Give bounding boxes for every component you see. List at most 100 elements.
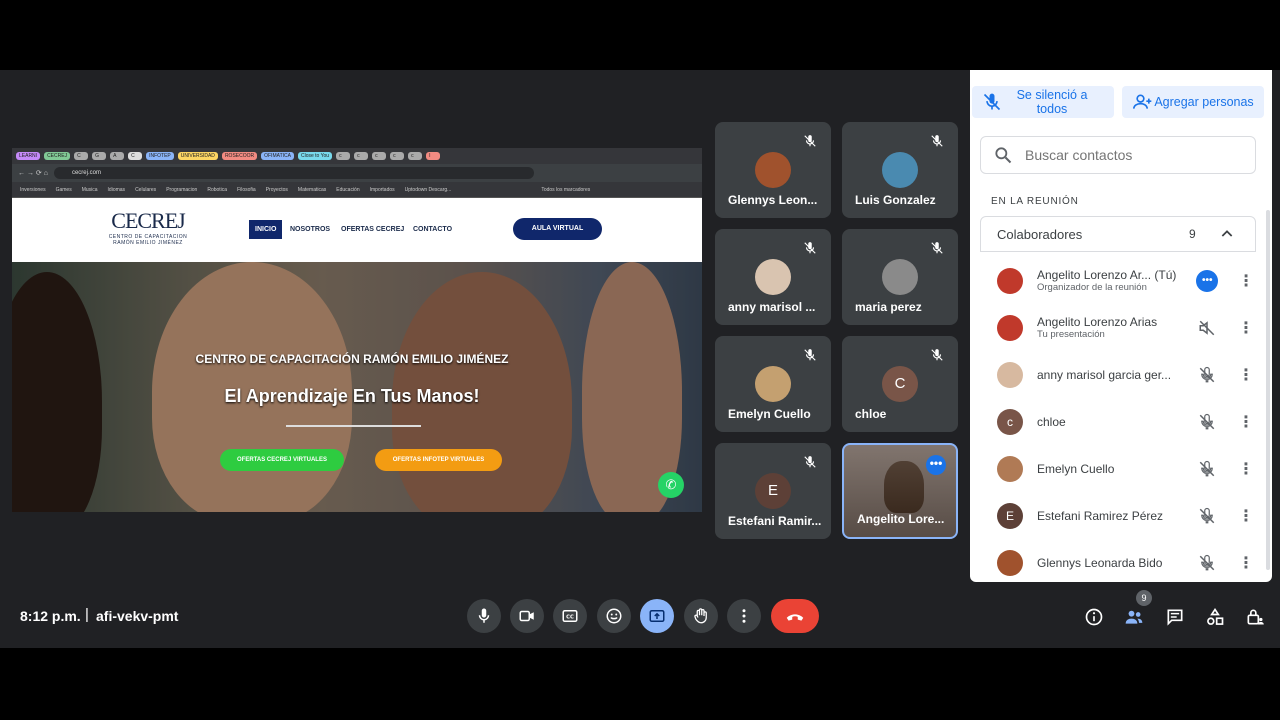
mic-off-icon[interactable] xyxy=(1196,458,1218,480)
reactions-button[interactable] xyxy=(597,599,631,633)
more-options-icon[interactable]: ⋮ xyxy=(1236,459,1256,479)
browser-tab: c xyxy=(390,152,405,160)
videocam-icon xyxy=(519,610,534,622)
avatar xyxy=(755,366,791,402)
captions-button[interactable]: CC xyxy=(553,599,587,633)
call-end-icon xyxy=(786,614,804,621)
meeting-details-button[interactable] xyxy=(1081,604,1107,630)
people-button[interactable] xyxy=(1121,604,1147,630)
screen-share-presentation: LEARNI CECREJ C G A C INFOTEP UNIVERSIDA… xyxy=(12,148,702,512)
mute-all-button[interactable]: Se silenció a todos xyxy=(972,86,1114,118)
more-options-button[interactable] xyxy=(727,599,761,633)
browser-tab: C xyxy=(128,152,143,160)
microphone-button[interactable] xyxy=(467,599,501,633)
mic-off-icon[interactable] xyxy=(1196,552,1218,574)
logo-subtitle-2: RAMÓN EMILIO JIMÉNEZ xyxy=(113,240,183,246)
mic-off-icon[interactable] xyxy=(1196,411,1218,433)
avatar xyxy=(755,152,791,188)
collaborators-count: 9 xyxy=(1189,227,1196,241)
more-vert-icon xyxy=(742,609,746,623)
hero-title: CENTRO DE CAPACITACIÓN RAMÓN EMILIO JIMÉ… xyxy=(195,352,509,366)
more-options-icon[interactable]: ⋮ xyxy=(1236,318,1256,338)
activities-button[interactable] xyxy=(1202,604,1228,630)
whatsapp-icon: ✆ xyxy=(658,472,684,498)
participant-name: Estefani Ramir... xyxy=(728,514,822,528)
bookmark: Celulares xyxy=(135,186,157,193)
more-options-icon[interactable]: ⋮ xyxy=(1236,412,1256,432)
hero-divider xyxy=(286,425,421,427)
chat-icon xyxy=(1167,609,1183,626)
browser-address-bar: ← → ⟳ ⌂ cecrej.com xyxy=(12,164,702,182)
raise-hand-button[interactable] xyxy=(684,599,718,633)
add-people-button[interactable]: Agregar personas xyxy=(1122,86,1264,118)
mic-off-icon xyxy=(804,135,816,147)
participant-name: anny marisol ... xyxy=(728,300,816,314)
participant-row-name: Glennys Leonarda Bido xyxy=(1037,555,1163,570)
participant-row-role: Organizador de la reunión xyxy=(1037,282,1147,293)
bookmark: Programacion xyxy=(166,186,198,193)
participant-tile[interactable]: Luis Gonzalez xyxy=(842,122,958,218)
shapes-icon xyxy=(1207,607,1224,625)
leave-call-button[interactable] xyxy=(771,599,819,633)
chevron-up-icon[interactable] xyxy=(1219,226,1235,242)
search-contacts-input[interactable] xyxy=(1025,147,1245,163)
participant-row[interactable]: E Estefani Ramirez Pérez ⋮ xyxy=(980,492,1256,539)
more-options-icon[interactable]: ⋮ xyxy=(1236,271,1256,291)
site-hero: CENTRO DE CAPACITACIÓN RAMÓN EMILIO JIMÉ… xyxy=(12,262,702,512)
camera-button[interactable] xyxy=(510,599,544,633)
participant-row[interactable]: Angelito Lorenzo Arias Tu presentación ⋮ xyxy=(980,304,1256,351)
participant-row[interactable]: Glennys Leonarda Bido ⋮ xyxy=(980,539,1256,582)
bookmark: Todos los marcadores xyxy=(541,186,591,193)
meeting-time: 8:12 p.m. xyxy=(20,608,81,624)
participant-tile[interactable]: E Estefani Ramir... xyxy=(715,443,831,539)
avatar xyxy=(882,152,918,188)
mic-icon xyxy=(478,608,490,623)
ofertas-infotep-button: OFERTAS INFOTEP VIRTUALES xyxy=(375,449,502,471)
participant-row[interactable]: anny marisol garcia ger... ⋮ xyxy=(980,351,1256,398)
avatar xyxy=(997,314,1023,341)
hero-subtitle: El Aprendizaje En Tus Manos! xyxy=(224,386,480,406)
participant-tile[interactable]: C chloe xyxy=(842,336,958,432)
mic-off-icon[interactable] xyxy=(1196,364,1218,386)
mic-off-icon[interactable] xyxy=(1196,505,1218,527)
browser-url: cecrej.com xyxy=(53,167,534,179)
participant-row-name: Angelito Lorenzo Arias xyxy=(1037,315,1158,329)
more-options-icon[interactable]: ⋮ xyxy=(1236,506,1256,526)
more-options-icon[interactable]: ⋮ xyxy=(1236,553,1256,573)
site-header: CECREJ CENTRO DE CAPACITACION RAMÓN EMIL… xyxy=(12,198,702,262)
search-contacts-box[interactable] xyxy=(980,136,1256,174)
participant-tile[interactable]: Glennys Leon... xyxy=(715,122,831,218)
participant-tile[interactable]: maria perez xyxy=(842,229,958,325)
participant-tile[interactable]: Emelyn Cuello xyxy=(715,336,831,432)
mic-off-icon xyxy=(931,242,943,254)
people-count-badge: 9 xyxy=(1136,590,1152,606)
browser-tab-strip: LEARNI CECREJ C G A C INFOTEP UNIVERSIDA… xyxy=(12,148,702,164)
participant-row-name: Estefani Ramirez Pérez xyxy=(1037,508,1164,523)
panel-scrollbar[interactable] xyxy=(1266,210,1270,570)
participant-name: Angelito Lore... xyxy=(857,512,945,526)
participant-row[interactable]: Emelyn Cuello ⋮ xyxy=(980,445,1256,492)
participant-row[interactable]: c chloe ⋮ xyxy=(980,398,1256,445)
mute-all-label: Se silenció a todos xyxy=(1016,88,1088,116)
browser-tab: c xyxy=(408,152,423,160)
participant-tile[interactable]: anny marisol ... xyxy=(715,229,831,325)
host-controls-button[interactable] xyxy=(1242,604,1268,630)
ofertas-cecrej-button: OFERTAS CECREJ VIRTUALES xyxy=(220,449,344,471)
present-to-all-icon xyxy=(649,610,665,622)
browser-tab: OFIMATICA xyxy=(261,152,294,160)
participant-tile-self-video[interactable]: ••• Angelito Lore... xyxy=(842,443,958,539)
participant-name: chloe xyxy=(855,407,887,421)
participant-row[interactable]: Angelito Lorenzo Ar... (Tú) Organizador … xyxy=(980,257,1256,304)
add-people-label: Agregar personas xyxy=(1154,95,1254,109)
browser-nav-icons: ← → ⟳ ⌂ xyxy=(18,170,48,177)
bookmark: Uptodown Descarg... xyxy=(404,186,452,193)
site-nav-nosotros: NOSOTROS xyxy=(290,226,331,233)
bookmarks-bar: Inversiones Games Musica Idiomas Celular… xyxy=(12,182,702,198)
collaborators-group-header[interactable]: Colaboradores 9 xyxy=(980,216,1256,252)
present-screen-button[interactable] xyxy=(640,599,674,633)
mic-off-icon xyxy=(804,456,816,468)
chat-button[interactable] xyxy=(1162,604,1188,630)
more-options-icon[interactable]: ⋮ xyxy=(1236,365,1256,385)
volume-off-icon[interactable] xyxy=(1196,317,1218,339)
mic-off-icon xyxy=(983,93,1001,111)
